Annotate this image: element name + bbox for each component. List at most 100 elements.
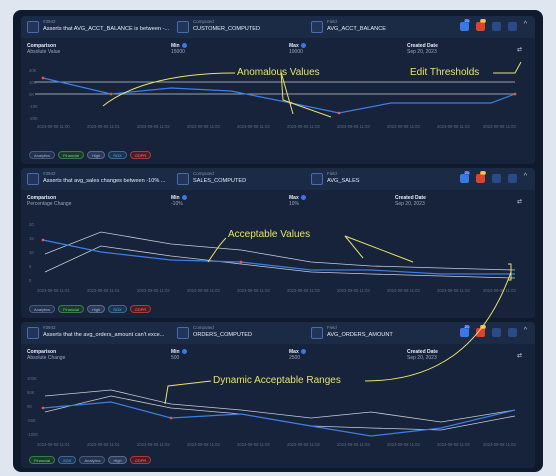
check-icon [27,327,39,339]
series-line [42,239,515,275]
x-tick: 2023-09-08 11:03 [437,288,470,293]
anomaly-point[interactable] [337,111,341,115]
lower-band-line [44,395,516,431]
edit-thresholds-icon[interactable]: ⇄ [517,46,522,53]
y-tick: 100K [27,376,37,381]
tag-sox[interactable]: SOX [108,305,127,313]
y-tick: 5 [29,264,32,269]
x-tick: 2023-09-08 11:01 [87,442,120,447]
x-tick: 2023-09-08 11:03 [287,442,320,447]
y-ticks: 100K 50K 0K -50K -100K [27,376,38,437]
x-tick: 2023-09-08 11:03 [483,288,516,293]
x-ticks: 2023-09-08 11:01 2023-09-08 11:01 2023-0… [37,288,516,293]
data-point[interactable] [513,92,517,96]
x-tick: 2023-09-08 11:03 [237,288,270,293]
x-tick: 2023-09-08 11:03 [483,124,516,129]
info-icon[interactable] [300,43,306,49]
data-point[interactable] [41,238,45,242]
x-tick: 2023-09-08 11:02 [137,288,170,293]
info-icon[interactable] [181,349,187,355]
tag-high[interactable]: High [87,305,106,313]
tag-financial[interactable]: Financial [58,305,85,313]
info-icon[interactable] [300,195,306,201]
y-tick: 15 [29,236,34,241]
tag-sox[interactable]: SOX [108,151,127,159]
alert-button[interactable] [460,22,469,31]
collapse-chevron-icon[interactable]: ^ [524,21,527,28]
comparison-value: Absolute Value [27,49,61,55]
settings-icon[interactable] [508,22,517,31]
field-label: Field [327,325,337,330]
x-tick: 2023-09-08 11:00 [37,124,70,129]
x-tick: 2023-09-08 11:03 [187,124,220,129]
anomaly-button[interactable] [476,174,485,183]
alert-button[interactable] [460,174,469,183]
tag-financial[interactable]: Financial [29,456,56,464]
alert-button[interactable] [460,328,469,337]
y-tick: 10K [29,80,37,85]
anomaly-button[interactable] [476,22,485,31]
settings-icon[interactable] [508,174,517,183]
y-tick: 0K [29,92,34,97]
settings-icon[interactable] [508,328,517,337]
tag-gdpr[interactable]: GDPR [129,456,152,464]
anomaly-button[interactable] [476,328,485,337]
tag-gdpr[interactable]: GDPR [129,151,152,159]
computed-value[interactable]: CUSTOMER_COMPUTED [193,26,260,32]
field-icon [311,327,323,339]
min-value: 15000 [171,49,185,55]
card-header: #3942 Asserts that AVG_ACCT_BALANCE is b… [21,16,535,38]
check-id: #3942 [43,171,56,176]
field-value[interactable]: AVG_ORDERS_AMOUNT [327,332,393,338]
collapse-chevron-icon[interactable]: ^ [524,173,527,180]
tag-sox[interactable]: SOX [58,456,77,464]
field-value[interactable]: AVG_ACCT_BALANCE [327,26,386,32]
x-tick: 2023-09-08 11:03 [337,124,370,129]
edit-thresholds-icon[interactable]: ⇄ [517,198,522,205]
field-value[interactable]: AVG_SALES [327,178,360,184]
tag-analytics[interactable]: Analytics [29,305,56,313]
created-date-value: Sep 20, 2023 [395,201,425,207]
check-title[interactable]: Asserts that avg_sales changes between -… [43,178,166,184]
y-tick: -20K [29,116,38,121]
anomaly-point[interactable] [41,76,45,80]
comparison-value: Percentage Change [27,201,72,207]
table-icon [177,173,189,185]
x-tick: 2023-09-08 11:03 [187,288,220,293]
tag-gdpr[interactable]: GDPR [129,305,152,313]
data-point[interactable] [41,406,45,410]
field-label: Field [327,19,337,24]
x-tick: 2023-09-08 11:01 [37,288,70,293]
tag-high[interactable]: High [108,456,127,464]
check-id: #3942 [43,325,56,330]
info-icon[interactable] [181,43,187,49]
x-tick: 2023-09-08 11:03 [187,442,220,447]
tag-financial[interactable]: Financial [58,151,85,159]
min-value: -10% [171,201,183,207]
data-point[interactable] [109,92,113,96]
data-point[interactable] [239,260,243,264]
tag-high[interactable]: High [87,151,106,159]
tag-analytics[interactable]: Analytics [29,151,56,159]
check-id: #3942 [43,19,56,24]
computed-value[interactable]: ORDERS_COMPUTED [193,332,252,338]
info-icon[interactable] [300,349,306,355]
collapse-chevron-icon[interactable]: ^ [524,327,527,334]
y-ticks: 20K 10K 0K -10K -20K [29,68,38,121]
copy-icon[interactable] [492,174,501,183]
computed-value[interactable]: SALES_COMPUTED [193,178,246,184]
check-title[interactable]: Asserts that AVG_ACCT_BALANCE is between… [43,26,169,32]
check-icon [27,173,39,185]
x-tick: 2023-09-08 11:03 [337,442,370,447]
series-line [42,77,516,114]
tag-analytics[interactable]: Analytics [79,456,106,464]
anomaly-count-badge: 30 [480,19,486,23]
data-point[interactable] [169,416,173,420]
x-tick: 2023-09-08 11:01 [37,442,70,447]
copy-icon[interactable] [492,22,501,31]
check-title[interactable]: Asserts that the avg_orders_amount can't… [43,332,164,338]
info-icon[interactable] [181,195,187,201]
copy-icon[interactable] [492,328,501,337]
edit-thresholds-icon[interactable]: ⇄ [517,352,522,359]
anomaly-point[interactable] [289,101,293,105]
